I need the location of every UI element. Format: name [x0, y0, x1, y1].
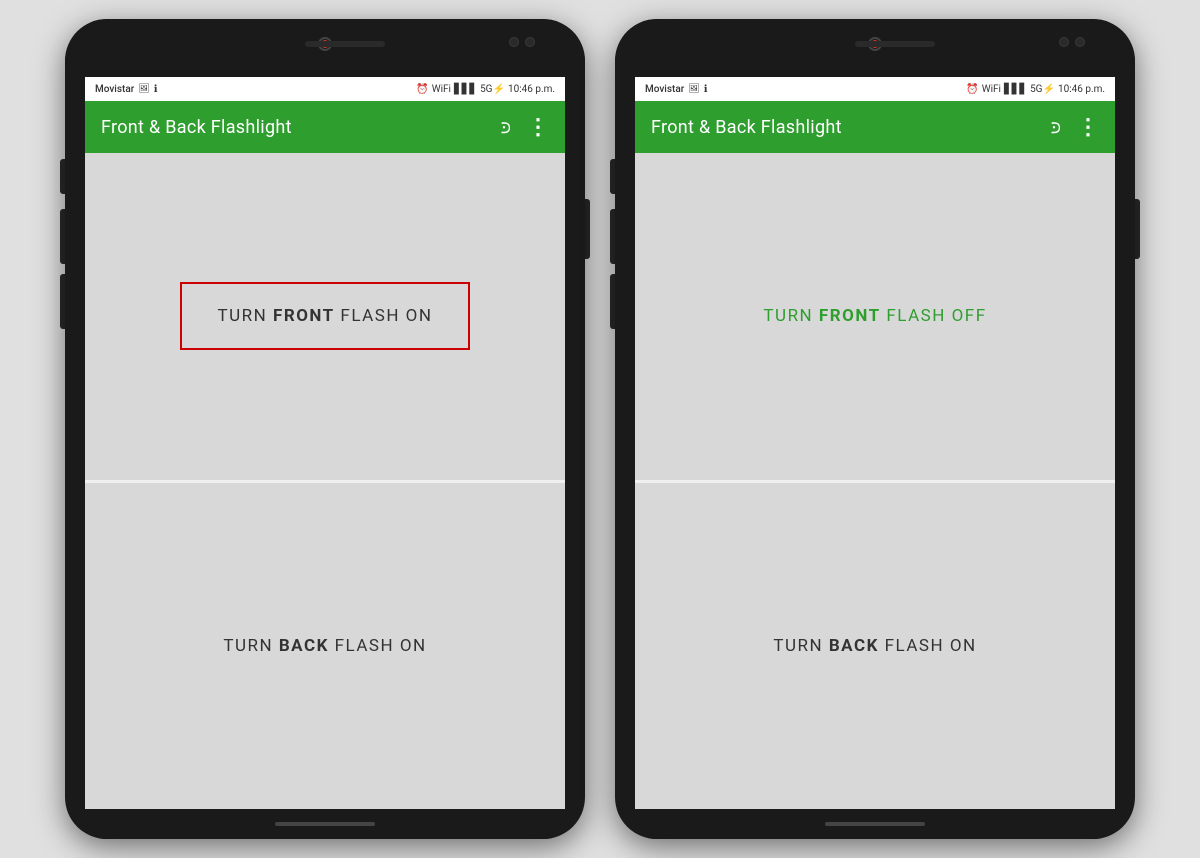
- signal-icon-right: ▋▋▋: [1004, 84, 1027, 95]
- sensor-dot-1: [509, 37, 519, 47]
- sensor-dot-3: [1059, 37, 1069, 47]
- battery-icon-right: 5G⚡: [1030, 84, 1055, 95]
- status-left-left: Movistar 🖼 ℹ: [95, 84, 158, 95]
- carrier-right: Movistar: [645, 84, 684, 95]
- battery-icon-left: 5G⚡: [480, 84, 505, 95]
- status-right-right: ⏰ WiFi ▋▋▋ 5G⚡ 10:46 p.m.: [966, 84, 1105, 95]
- front-flash-action-right: FLASH OFF: [881, 306, 987, 326]
- front-flash-bold-left: FRONT: [273, 306, 335, 326]
- wifi-icon-right: WiFi: [982, 84, 1001, 95]
- front-flash-turn-left: TURN: [217, 306, 273, 326]
- bottom-bezel-right: [615, 809, 1135, 839]
- status-bar-right: Movistar 🖼 ℹ ⏰ WiFi ▋▋▋ 5G⚡ 10:46 p.m.: [635, 77, 1115, 101]
- home-indicator-right: [825, 822, 925, 826]
- info-icon-right: ℹ: [704, 84, 708, 95]
- app-title-right: Front & Back Flashlight: [651, 117, 842, 138]
- phone-left-wrapper: Movistar 🖼 ℹ ⏰ WiFi ▋▋▋ 5G⚡ 10:46 p.m. F…: [65, 19, 585, 839]
- status-bar-left: Movistar 🖼 ℹ ⏰ WiFi ▋▋▋ 5G⚡ 10:46 p.m.: [85, 77, 565, 101]
- sensor-dots-left: [509, 37, 535, 47]
- top-bezel-right: [615, 19, 1135, 77]
- back-flash-bold-left: BACK: [279, 636, 329, 656]
- app-bar-icons-right: ⪾ ⋮: [1050, 115, 1099, 140]
- app-title-left: Front & Back Flashlight: [101, 117, 292, 138]
- sensor-dot-4: [1075, 37, 1085, 47]
- alarm-icon-left: ⏰: [416, 84, 428, 95]
- alarm-icon-right: ⏰: [966, 84, 978, 95]
- screen-right: Movistar 🖼 ℹ ⏰ WiFi ▋▋▋ 5G⚡ 10:46 p.m. F…: [635, 77, 1115, 809]
- status-right-left: ⏰ WiFi ▋▋▋ 5G⚡ 10:46 p.m.: [416, 84, 555, 95]
- speaker-left: [305, 41, 385, 47]
- menu-button-left[interactable]: ⋮: [527, 115, 549, 140]
- back-flash-text-right: TURN BACK FLASH ON: [773, 636, 976, 656]
- back-flash-turn-right: TURN: [773, 636, 829, 656]
- info-icon-left: ℹ: [154, 84, 158, 95]
- time-right: 10:46 p.m.: [1058, 84, 1105, 95]
- front-flash-action-left: FLASH ON: [335, 306, 433, 326]
- gallery-icon-right: 🖼: [688, 84, 699, 94]
- share-button-right[interactable]: ⪾: [1050, 117, 1061, 138]
- status-left-right: Movistar 🖼 ℹ: [645, 84, 708, 95]
- phone-right: Movistar 🖼 ℹ ⏰ WiFi ▋▋▋ 5G⚡ 10:46 p.m. F…: [615, 19, 1135, 839]
- app-content-left: TURN FRONT FLASH ON TURN BACK FLASH ON: [85, 153, 565, 809]
- page-container: Movistar 🖼 ℹ ⏰ WiFi ▋▋▋ 5G⚡ 10:46 p.m. F…: [0, 0, 1200, 858]
- front-flash-panel-right[interactable]: TURN FRONT FLASH OFF: [635, 153, 1115, 480]
- menu-button-right[interactable]: ⋮: [1077, 115, 1099, 140]
- back-flash-panel-left[interactable]: TURN BACK FLASH ON: [85, 483, 565, 810]
- phone-right-wrapper: Movistar 🖼 ℹ ⏰ WiFi ▋▋▋ 5G⚡ 10:46 p.m. F…: [615, 19, 1135, 839]
- home-indicator-left: [275, 822, 375, 826]
- app-bar-icons-left: ⪾ ⋮: [500, 115, 549, 140]
- back-flash-action-left: FLASH ON: [329, 636, 427, 656]
- app-bar-right: Front & Back Flashlight ⪾ ⋮: [635, 101, 1115, 153]
- bottom-bezel-left: [65, 809, 585, 839]
- front-flash-turn-right: TURN: [763, 306, 819, 326]
- carrier-left: Movistar: [95, 84, 134, 95]
- back-flash-text-left: TURN BACK FLASH ON: [223, 636, 426, 656]
- front-flash-text-left: TURN FRONT FLASH ON: [217, 306, 432, 326]
- top-bezel-left: [65, 19, 585, 77]
- back-flash-inner-left: TURN BACK FLASH ON: [203, 616, 446, 676]
- sensor-dot-2: [525, 37, 535, 47]
- front-flash-inner-right: TURN FRONT FLASH OFF: [743, 286, 1006, 346]
- front-flash-button-left[interactable]: TURN FRONT FLASH ON: [180, 282, 469, 350]
- front-flash-text-right: TURN FRONT FLASH OFF: [763, 306, 986, 326]
- time-left: 10:46 p.m.: [508, 84, 555, 95]
- front-flash-inner-left: TURN FRONT FLASH ON: [160, 262, 489, 370]
- front-flash-bold-right: FRONT: [819, 306, 881, 326]
- power-button-left: [585, 199, 590, 259]
- back-flash-turn-left: TURN: [223, 636, 279, 656]
- sensor-dots-right: [1059, 37, 1085, 47]
- wifi-icon-left: WiFi: [432, 84, 451, 95]
- front-flash-panel-left[interactable]: TURN FRONT FLASH ON: [85, 153, 565, 480]
- back-flash-inner-right: TURN BACK FLASH ON: [753, 616, 996, 676]
- signal-icon-left: ▋▋▋: [454, 84, 477, 95]
- app-bar-left: Front & Back Flashlight ⪾ ⋮: [85, 101, 565, 153]
- phone-left: Movistar 🖼 ℹ ⏰ WiFi ▋▋▋ 5G⚡ 10:46 p.m. F…: [65, 19, 585, 839]
- gallery-icon-left: 🖼: [138, 84, 149, 94]
- share-button-left[interactable]: ⪾: [500, 117, 511, 138]
- back-flash-action-right: FLASH ON: [879, 636, 977, 656]
- speaker-right: [855, 41, 935, 47]
- back-flash-panel-right[interactable]: TURN BACK FLASH ON: [635, 483, 1115, 810]
- power-button-right: [1135, 199, 1140, 259]
- app-content-right: TURN FRONT FLASH OFF TURN BACK FLASH ON: [635, 153, 1115, 809]
- screen-left: Movistar 🖼 ℹ ⏰ WiFi ▋▋▋ 5G⚡ 10:46 p.m. F…: [85, 77, 565, 809]
- back-flash-bold-right: BACK: [829, 636, 879, 656]
